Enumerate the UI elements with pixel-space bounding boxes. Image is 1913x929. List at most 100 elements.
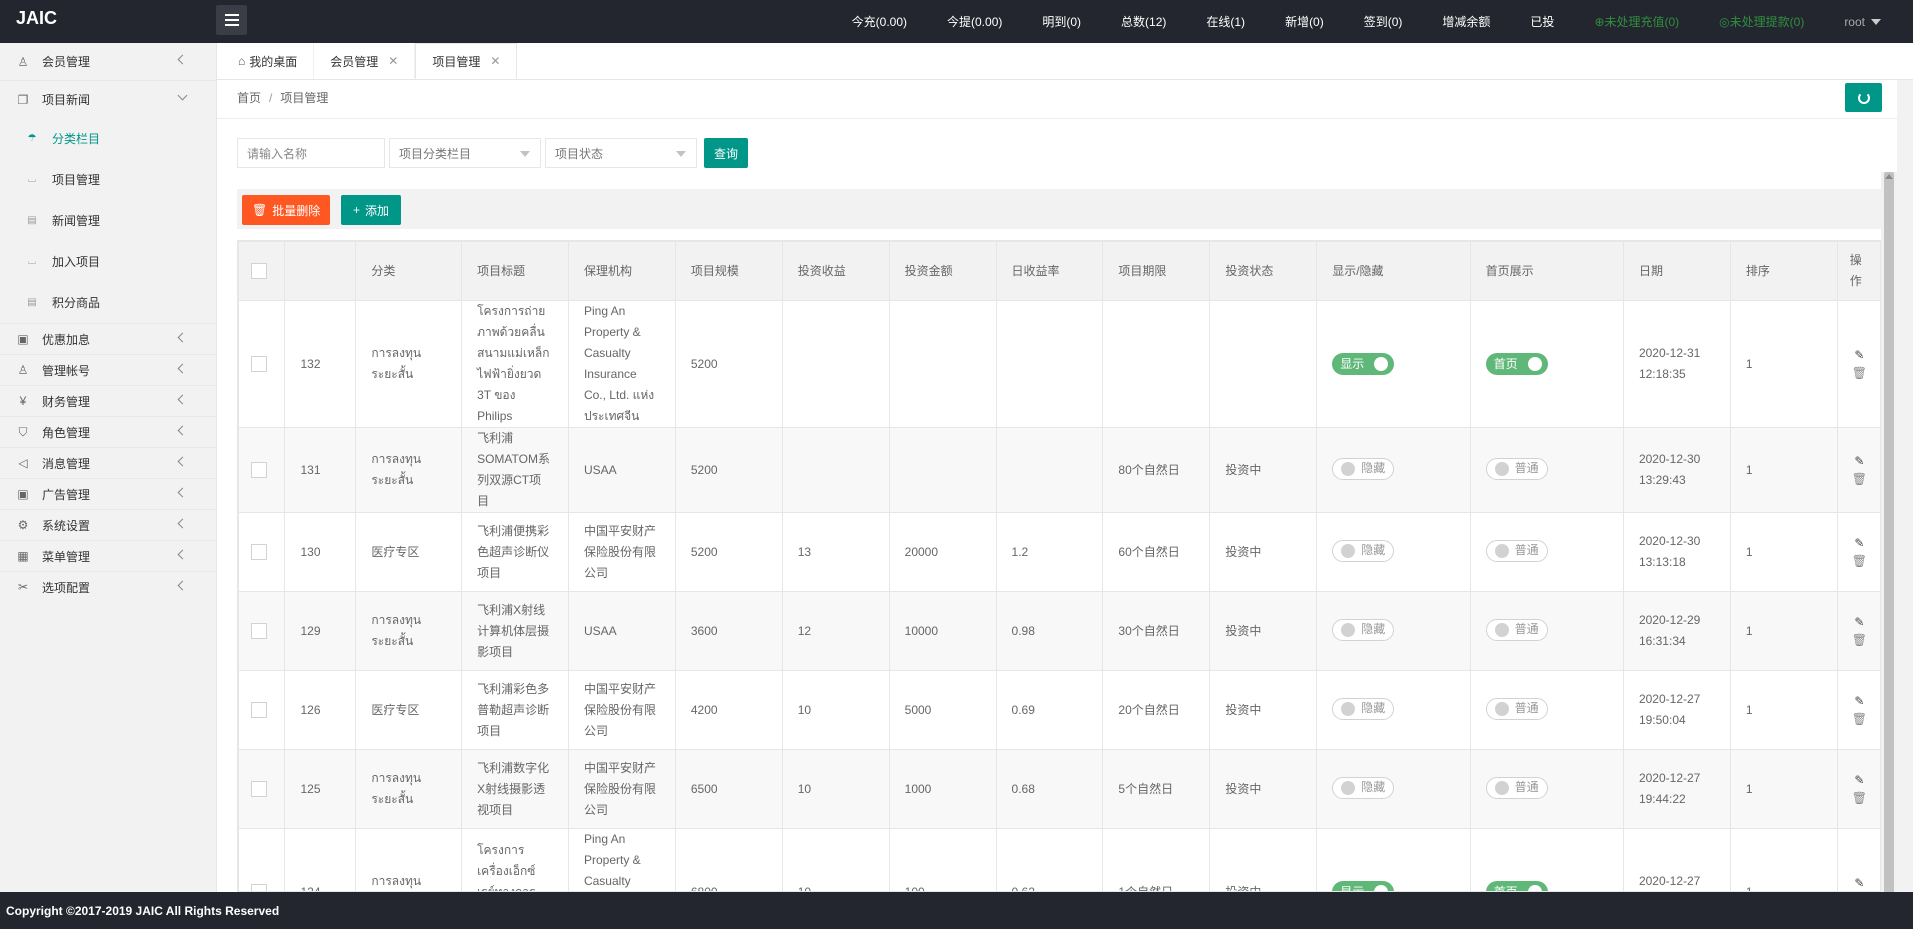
sidebar-item[interactable]: ▦ 菜单管理 [0, 541, 216, 571]
visibility-toggle[interactable]: 显示 [1332, 353, 1395, 375]
cell-date: 2020-12-27 19:44:22 [1622, 749, 1731, 829]
batch-delete-button[interactable]: 🗑 批量删除 [242, 195, 331, 225]
row-checkbox-cell[interactable] [238, 512, 286, 592]
cell-org: USAA [567, 591, 676, 671]
top-nav-item[interactable]: 新增(0) [1285, 13, 1324, 30]
trash-icon[interactable]: 🗑 [1852, 791, 1867, 805]
sidebar-item[interactable]: ▣ 优惠加息 [0, 324, 216, 354]
top-nav-item[interactable]: 增减余额 [1442, 13, 1490, 30]
visibility-toggle[interactable]: 隐藏 [1332, 457, 1395, 480]
homepage-toggle[interactable]: 普通 [1485, 697, 1548, 720]
edit-icon[interactable]: ✎ [1854, 348, 1864, 362]
edit-icon[interactable]: ✎ [1854, 876, 1864, 890]
homepage-toggle[interactable]: 普通 [1485, 457, 1548, 480]
row-actions: ✎🗑 [1838, 454, 1880, 486]
scroll-up-arrow-icon[interactable] [1885, 174, 1893, 179]
sidebar-subitem[interactable]: ▤ 积分商品 [0, 282, 216, 323]
row-checkbox-cell[interactable] [238, 300, 286, 428]
sidebar-subitem[interactable]: ☂ 分类栏目 [0, 118, 216, 159]
row-actions: ✎🗑 [1838, 615, 1880, 647]
row-checkbox[interactable] [251, 702, 267, 719]
row-checkbox[interactable] [251, 623, 267, 640]
edit-icon[interactable]: ✎ [1854, 536, 1864, 550]
trash-icon[interactable]: 🗑 [1852, 712, 1867, 726]
breadcrumb-home[interactable]: 首页 [237, 91, 261, 105]
select-all-cell[interactable] [238, 241, 286, 301]
row-checkbox[interactable] [251, 781, 267, 798]
cell-c6: 10 [781, 749, 890, 829]
row-checkbox-cell[interactable] [238, 427, 286, 513]
row-checkbox-cell[interactable] [238, 749, 286, 829]
status-select[interactable]: 项目状态 [545, 138, 697, 168]
edit-icon[interactable]: ✎ [1854, 454, 1864, 468]
scrollbar-thumb[interactable] [1884, 172, 1894, 929]
sidebar-item[interactable]: ❐ 项目新闻 [0, 81, 216, 118]
page-tabs: ⌂ 我的桌面 会员管理 ✕ 项目管理 ✕ [217, 43, 1913, 80]
close-icon[interactable]: ✕ [490, 54, 500, 68]
row-checkbox-cell[interactable] [238, 828, 286, 891]
sidebar-subitem[interactable]: ▤ 新闻管理 [0, 200, 216, 241]
trash-icon[interactable]: 🗑 [1852, 554, 1867, 568]
top-nav-item[interactable]: root [1844, 15, 1865, 29]
row-checkbox[interactable] [251, 884, 267, 891]
sidebar-subitem[interactable]: ⌴ 加入项目 [0, 241, 216, 282]
sidebar-item[interactable]: ♙ 会员管理 [0, 43, 216, 80]
add-button[interactable]: + 添加 [341, 195, 402, 225]
top-nav-item[interactable]: 明到(0) [1042, 13, 1081, 30]
visibility-toggle[interactable]: 隐藏 [1332, 776, 1395, 799]
tab-label: 我的桌面 [249, 54, 298, 69]
query-button[interactable]: 查询 [704, 138, 748, 168]
top-nav-item[interactable]: 在线(1) [1206, 13, 1245, 30]
edit-icon[interactable]: ✎ [1854, 773, 1864, 787]
trash-icon[interactable]: 🗑 [1852, 633, 1867, 647]
chevron-down-icon[interactable] [1871, 18, 1881, 25]
sidebar-item[interactable]: ✂ 选项配置 [0, 572, 216, 602]
sidebar-subitem[interactable]: ⌴ 项目管理 [0, 159, 216, 200]
visibility-toggle[interactable]: 隐藏 [1332, 539, 1395, 562]
homepage-toggle[interactable]: 首页 [1485, 353, 1548, 375]
trash-icon[interactable]: 🗑 [1852, 366, 1867, 380]
top-nav-item[interactable]: 已投 [1530, 13, 1554, 30]
homepage-toggle[interactable]: 普通 [1485, 618, 1548, 641]
sidebar-item[interactable]: ¥ 财务管理 [0, 386, 216, 416]
row-checkbox-cell[interactable] [238, 591, 286, 671]
homepage-toggle-label: 普通 [1514, 701, 1539, 715]
app-logo[interactable]: JAIC [16, 8, 57, 29]
edit-icon[interactable]: ✎ [1854, 694, 1864, 708]
homepage-toggle[interactable]: 普通 [1485, 539, 1548, 562]
sidebar-item[interactable]: ⚙ 系统设置 [0, 510, 216, 540]
visibility-toggle[interactable]: 隐藏 [1332, 697, 1395, 720]
name-search-input[interactable]: 请输入名称 [237, 138, 385, 168]
edit-icon[interactable]: ✎ [1854, 615, 1864, 629]
trash-icon[interactable]: 🗑 [1852, 472, 1867, 486]
sidebar-item[interactable]: ⛉ 角色管理 [0, 417, 216, 447]
homepage-toggle[interactable]: 首页 [1485, 881, 1548, 891]
sidebar-toggle-button[interactable] [216, 5, 247, 35]
top-nav-item[interactable]: 今充(0.00) [852, 13, 907, 30]
row-checkbox-cell[interactable] [238, 670, 286, 750]
cell-scale: 5200 [674, 427, 783, 513]
refresh-button[interactable] [1845, 83, 1882, 112]
close-icon[interactable]: ✕ [388, 54, 398, 68]
row-checkbox[interactable] [251, 544, 267, 561]
top-nav-item[interactable]: 总数(12) [1121, 13, 1166, 30]
homepage-toggle[interactable]: 普通 [1485, 776, 1548, 799]
tab-1[interactable]: ⌂ 我的桌面 [222, 43, 315, 79]
visibility-toggle[interactable]: 显示 [1332, 881, 1395, 891]
sidebar-item[interactable]: ◁ 消息管理 [0, 448, 216, 478]
row-checkbox[interactable] [251, 462, 267, 479]
category-select[interactable]: 项目分类栏目 [389, 138, 541, 168]
top-nav-item[interactable]: 签到(0) [1364, 13, 1403, 30]
tab-3[interactable]: 项目管理 ✕ [415, 43, 518, 79]
top-nav-item[interactable]: ◎未处理提款(0) [1719, 13, 1804, 30]
sidebar-item[interactable]: ▣ 广告管理 [0, 479, 216, 509]
visibility-toggle-label: 隐藏 [1361, 543, 1386, 557]
top-nav-item[interactable]: ⊕未处理充值(0) [1594, 13, 1679, 30]
tab-2[interactable]: 会员管理 ✕ [314, 43, 416, 79]
select-all-checkbox[interactable] [251, 263, 267, 280]
vertical-scrollbar[interactable] [1881, 172, 1897, 929]
top-nav-item[interactable]: 今提(0.00) [947, 13, 1002, 30]
sidebar-item[interactable]: ♙ 管理帐号 [0, 355, 216, 385]
visibility-toggle[interactable]: 隐藏 [1332, 618, 1395, 641]
row-checkbox[interactable] [251, 356, 267, 373]
